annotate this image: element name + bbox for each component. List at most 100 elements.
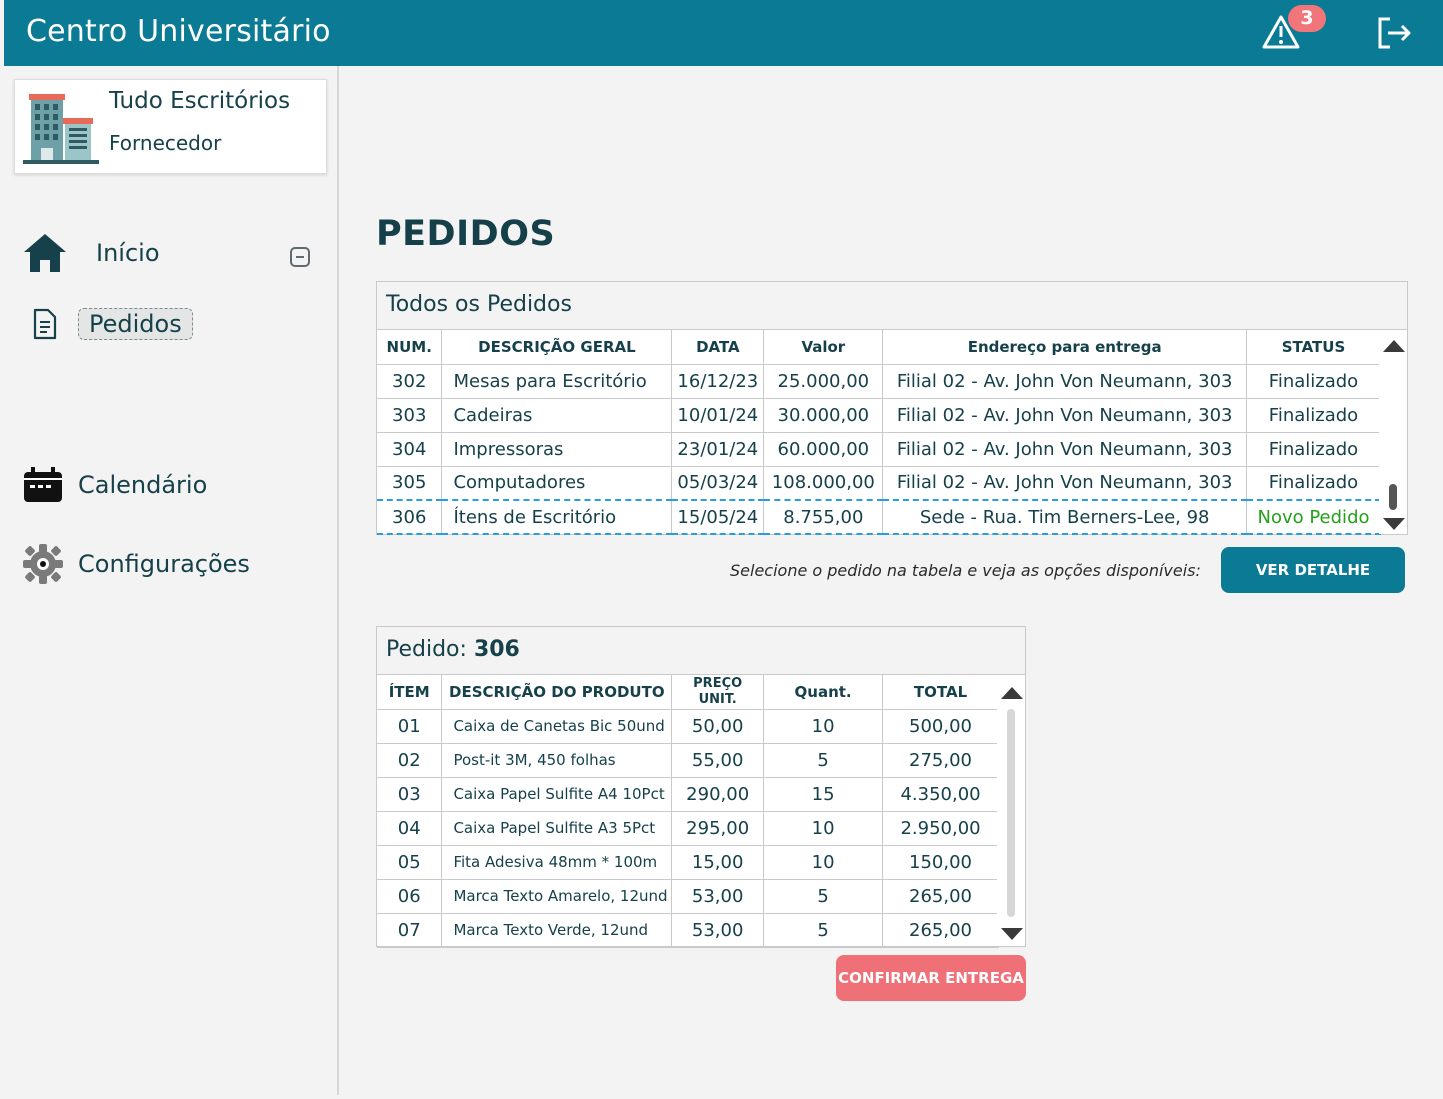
collapse-home-button[interactable]	[290, 247, 310, 267]
nav-orders-label: Pedidos	[78, 308, 193, 340]
col-num[interactable]: NUM.	[377, 330, 443, 365]
order-number: 306	[473, 637, 520, 662]
orders-panel: Todos os Pedidos NUM. DESCRIÇÃO GERAL DA…	[376, 281, 1408, 535]
item-total: 150,00	[882, 845, 999, 880]
scroll-up-arrow-icon[interactable]	[1383, 340, 1405, 352]
col-product-description[interactable]: DESCRIÇÃO DO PRODUTO	[441, 675, 673, 710]
col-quantity[interactable]: Quant.	[763, 675, 884, 710]
scroll-track[interactable]	[1007, 709, 1015, 917]
gear-icon	[23, 544, 63, 584]
item-num: 01	[377, 709, 443, 744]
document-icon	[33, 308, 57, 340]
order-num: 302	[377, 364, 443, 399]
table-row[interactable]: 05 Fita Adesiva 48mm * 100m 15,00 10 150…	[377, 845, 999, 880]
order-num: 304	[377, 432, 443, 467]
col-address[interactable]: Endereço para entrega	[882, 330, 1247, 365]
order-desc: Computadores	[441, 466, 673, 501]
order-date: 16/12/23	[671, 364, 765, 399]
item-num: 04	[377, 811, 443, 846]
item-total: 265,00	[882, 879, 999, 914]
col-unit-price[interactable]: PREÇO UNIT.	[671, 675, 765, 710]
table-row[interactable]: 06 Marca Texto Amarelo, 12und 53,00 5 26…	[377, 879, 999, 914]
nav-calendar[interactable]: Calendário	[22, 466, 207, 504]
order-items-table: ÍTEM DESCRIÇÃO DO PRODUTO PREÇO UNIT. Qu…	[377, 675, 999, 948]
logout-icon	[1378, 17, 1411, 49]
table-row[interactable]: 303 Cadeiras 10/01/24 30.000,00 Filial 0…	[377, 398, 1381, 433]
table-row[interactable]: 305 Computadores 05/03/24 108.000,00 Fil…	[377, 466, 1381, 501]
order-items-panel: Pedido: 306 ÍTEM DESCRIÇÃO DO PRODUTO PR…	[376, 626, 1026, 948]
order-status: Finalizado	[1246, 398, 1381, 433]
table-row[interactable]: 07 Marca Texto Verde, 12und 53,00 5 265,…	[377, 913, 999, 948]
order-date: 05/03/24	[671, 466, 765, 501]
confirm-delivery-button[interactable]: CONFIRMAR ENTREGA	[836, 955, 1026, 1001]
item-qty: 10	[763, 709, 884, 744]
order-address: Filial 02 - Av. John Von Neumann, 303	[882, 364, 1247, 399]
item-price: 290,00	[671, 777, 765, 812]
item-desc: Marca Texto Amarelo, 12und	[441, 879, 673, 914]
supplier-card: Tudo Escritórios Fornecedor	[14, 79, 327, 174]
item-price: 15,00	[671, 845, 765, 880]
home-icon	[24, 234, 66, 272]
nav-orders[interactable]: Pedidos	[32, 308, 193, 340]
items-table-header: ÍTEM DESCRIÇÃO DO PRODUTO PREÇO UNIT. Qu…	[377, 675, 999, 710]
item-num: 07	[377, 913, 443, 948]
table-row[interactable]: 01 Caixa de Canetas Bic 50und 50,00 10 5…	[377, 709, 999, 744]
col-description[interactable]: DESCRIÇÃO GERAL	[441, 330, 673, 365]
table-row[interactable]: 02 Post-it 3M, 450 folhas 55,00 5 275,00	[377, 743, 999, 778]
col-value[interactable]: Valor	[763, 330, 884, 365]
item-num: 02	[377, 743, 443, 778]
alert-count-badge[interactable]: 3	[1288, 5, 1326, 32]
item-num: 03	[377, 777, 443, 812]
page-title: PEDIDOS	[376, 214, 556, 254]
item-desc: Caixa Papel Sulfite A4 10Pct	[441, 777, 673, 812]
item-price: 295,00	[671, 811, 765, 846]
order-value: 60.000,00	[763, 432, 884, 467]
item-desc: Post-it 3M, 450 folhas	[441, 743, 673, 778]
orders-table: NUM. DESCRIÇÃO GERAL DATA Valor Endereço…	[377, 330, 1381, 535]
order-value: 8.755,00	[763, 499, 884, 535]
col-item[interactable]: ÍTEM	[377, 675, 443, 710]
item-price: 53,00	[671, 913, 765, 948]
table-row[interactable]: 03 Caixa Papel Sulfite A4 10Pct 290,00 1…	[377, 777, 999, 812]
order-desc: Impressoras	[441, 432, 673, 467]
table-row-selected[interactable]: 306 Ítens de Escritório 15/05/24 8.755,0…	[377, 499, 1381, 535]
view-detail-button[interactable]: VER DETALHE	[1221, 547, 1405, 593]
nav-calendar-label: Calendário	[78, 471, 208, 499]
order-address: Filial 02 - Av. John Von Neumann, 303	[882, 466, 1247, 501]
selection-hint: Selecione o pedido na tabela e veja as o…	[730, 561, 1201, 580]
order-value: 25.000,00	[763, 364, 884, 399]
scroll-down-arrow-icon[interactable]	[1383, 518, 1405, 530]
nav-home[interactable]: Início	[22, 232, 160, 274]
nav-home-label: Início	[96, 239, 160, 267]
logout-button[interactable]	[1376, 15, 1412, 51]
col-date[interactable]: DATA	[671, 330, 765, 365]
col-status[interactable]: STATUS	[1246, 330, 1381, 365]
item-desc: Caixa de Canetas Bic 50und	[441, 709, 673, 744]
building-logo	[23, 94, 99, 164]
items-scrollbar[interactable]	[997, 675, 1025, 946]
scroll-down-arrow-icon[interactable]	[1001, 928, 1023, 940]
item-total: 265,00	[882, 913, 999, 948]
item-total: 500,00	[882, 709, 999, 744]
order-status: Finalizado	[1246, 432, 1381, 467]
order-date: 15/05/24	[671, 499, 765, 535]
table-row[interactable]: 304 Impressoras 23/01/24 60.000,00 Filia…	[377, 432, 1381, 467]
item-desc: Marca Texto Verde, 12und	[441, 913, 673, 948]
order-label: Pedido:	[386, 637, 467, 662]
item-qty: 5	[763, 879, 884, 914]
order-value: 108.000,00	[763, 466, 884, 501]
orders-scrollbar[interactable]	[1379, 330, 1407, 534]
scroll-thumb[interactable]	[1389, 484, 1397, 510]
nav-settings-label: Configurações	[78, 550, 250, 578]
order-num: 305	[377, 466, 443, 501]
nav-settings[interactable]: Configurações	[22, 543, 250, 585]
order-date: 23/01/24	[671, 432, 765, 467]
col-total[interactable]: TOTAL	[882, 675, 999, 710]
order-value: 30.000,00	[763, 398, 884, 433]
table-row[interactable]: 302 Mesas para Escritório 16/12/23 25.00…	[377, 364, 1381, 399]
scroll-up-arrow-icon[interactable]	[1001, 687, 1023, 699]
item-num: 06	[377, 879, 443, 914]
table-row[interactable]: 04 Caixa Papel Sulfite A3 5Pct 295,00 10…	[377, 811, 999, 846]
item-qty: 10	[763, 845, 884, 880]
order-address: Sede - Rua. Tim Berners-Lee, 98	[882, 499, 1247, 535]
